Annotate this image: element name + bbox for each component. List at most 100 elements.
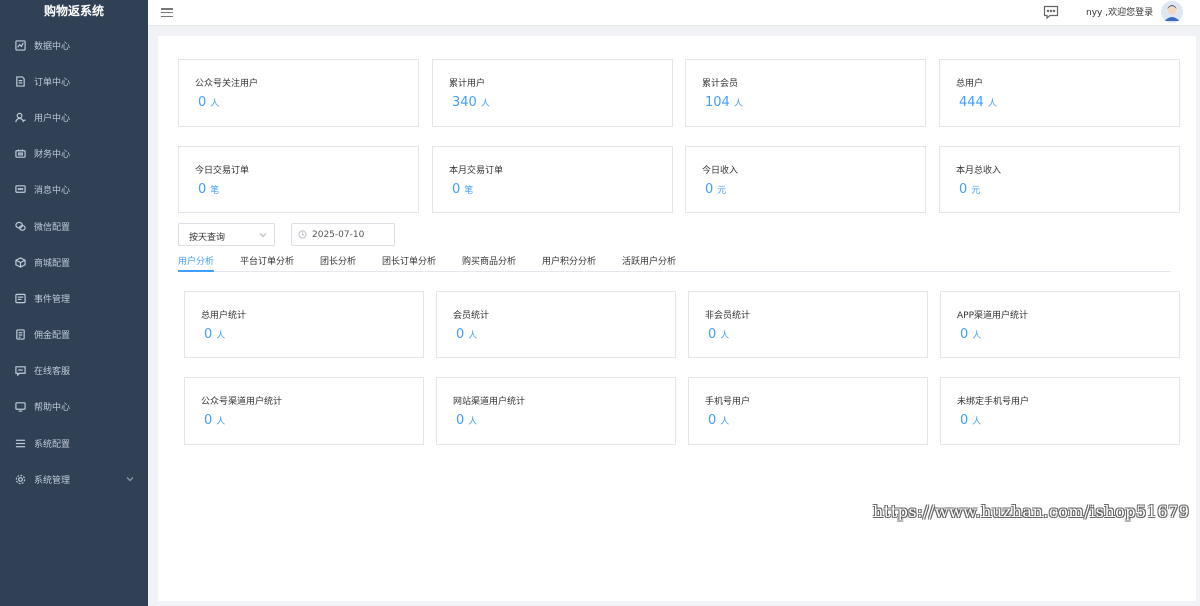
chevron-down-icon[interactable]	[126, 475, 134, 486]
chevron-down-icon	[259, 231, 267, 242]
summary-card: 总用户 444 人	[939, 59, 1180, 127]
sidebar-item-label: 系统配置	[34, 439, 71, 450]
card-label: 未绑定手机号用户	[957, 397, 1030, 407]
card-label: 今日收入	[702, 166, 739, 176]
card-value: 0人	[708, 327, 730, 342]
sidebar-item-event-management[interactable]: 事件管理	[0, 280, 148, 316]
chart-icon	[14, 39, 26, 51]
stat-card: 公众号渠道用户统计 0人	[184, 377, 424, 445]
summary-card: 本月交易订单 0笔	[432, 146, 673, 213]
sidebar-item-label: 在线客服	[34, 367, 71, 378]
query-mode-value: 按天查询	[189, 233, 226, 243]
tab-user-analysis[interactable]: 用户分析	[178, 254, 215, 272]
sidebar-item-label: 商城配置	[34, 258, 71, 269]
card-value: 0元	[705, 182, 727, 197]
card-value: 0人	[708, 413, 730, 428]
avatar[interactable]	[1161, 1, 1183, 23]
sidebar-item-data-center[interactable]: 数据中心	[0, 27, 148, 63]
menu-icon	[14, 437, 26, 449]
sidebar-item-label: 佣金配置	[34, 331, 71, 342]
sidebar-item-label: 用户中心	[34, 113, 71, 124]
card-label: 总用户统计	[201, 311, 247, 321]
tab-leader-analysis[interactable]: 团长分析	[320, 254, 356, 272]
sidebar-item-online-service[interactable]: 在线客服	[0, 353, 148, 389]
message-icon[interactable]	[1043, 5, 1059, 20]
monitor-icon	[14, 401, 26, 413]
stat-card: 会员统计 0人	[436, 291, 676, 358]
card-label: 今日交易订单	[195, 166, 250, 176]
card-label: 累计用户	[449, 79, 486, 89]
gear-icon	[14, 473, 26, 485]
stat-card: 总用户统计 0人	[184, 291, 424, 358]
chat-icon	[14, 365, 26, 377]
card-value: 0人	[960, 413, 982, 428]
card-value: 340 人	[452, 95, 490, 110]
query-mode-select[interactable]: 按天查询	[178, 223, 275, 246]
sidebar-item-label: 微信配置	[34, 222, 71, 233]
sidebar-item-label: 数据中心	[34, 41, 71, 52]
summary-card: 公众号关注用户 0人	[178, 59, 419, 127]
document-icon	[14, 75, 26, 87]
wechat-icon	[14, 220, 26, 232]
stat-card: 未绑定手机号用户 0人	[940, 377, 1180, 445]
card-value: 0元	[959, 182, 981, 197]
card-label: 本月交易订单	[449, 166, 504, 176]
sidebar-item-system-config[interactable]: 系统配置	[0, 425, 148, 461]
card-value: 0人	[204, 413, 226, 428]
sidebar-menu: 数据中心 订单中心 用户中心 财务中心 消息中心 微信配置 商城配置 事件管理	[0, 27, 148, 497]
card-label: 网站渠道用户统计	[453, 397, 526, 407]
message-icon	[14, 184, 26, 196]
stat-card: 手机号用户 0人	[688, 377, 928, 445]
welcome-text: nyy ,欢迎您登录	[1086, 8, 1154, 18]
sidebar-item-help-center[interactable]: 帮助中心	[0, 389, 148, 425]
sidebar-item-label: 帮助中心	[34, 403, 71, 414]
stat-card: APP渠道用户统计 0人	[940, 291, 1180, 358]
box-icon	[14, 256, 26, 268]
tab-leader-order-analysis[interactable]: 团长订单分析	[382, 254, 436, 272]
card-value: 0笔	[452, 182, 474, 197]
sidebar-item-finance-center[interactable]: 财务中心	[0, 136, 148, 172]
card-label: 公众号渠道用户统计	[201, 397, 283, 407]
sidebar-item-order-center[interactable]: 订单中心	[0, 63, 148, 99]
date-picker[interactable]: 2025-07-10	[291, 223, 395, 246]
app-title: 购物返系统	[43, 4, 104, 18]
clock-icon	[298, 230, 307, 242]
tab-user-points-analysis[interactable]: 用户积分分析	[542, 254, 596, 272]
date-value: 2025-07-10	[312, 230, 365, 240]
card-value: 0人	[960, 327, 982, 342]
tab-active-user-analysis[interactable]: 活跃用户分析	[622, 254, 676, 272]
sidebar-item-mall-config[interactable]: 商城配置	[0, 244, 148, 280]
card-value: 0笔	[198, 182, 220, 197]
card-value: 0人	[204, 327, 226, 342]
summary-card: 本月总收入 0元	[939, 146, 1180, 213]
sidebar: 购物返系统 数据中心 订单中心 用户中心 财务中心 消息中心 微信配置 商城配置	[0, 0, 148, 606]
summary-card: 累计用户 340 人	[432, 59, 673, 127]
sidebar-item-system-management[interactable]: 系统管理	[0, 461, 148, 497]
commission-icon	[14, 329, 26, 341]
card-value: 0人	[456, 327, 478, 342]
sidebar-item-user-center[interactable]: 用户中心	[0, 99, 148, 135]
card-value: 444 人	[959, 95, 997, 110]
tab-purchase-goods-analysis[interactable]: 购买商品分析	[462, 254, 516, 272]
card-label: 公众号关注用户	[195, 79, 259, 89]
card-label: APP渠道用户统计	[957, 311, 1029, 321]
summary-card: 今日收入 0元	[685, 146, 926, 213]
card-value: 0人	[198, 95, 220, 110]
sidebar-item-message-center[interactable]: 消息中心	[0, 172, 148, 208]
stat-card: 非会员统计 0人	[688, 291, 928, 358]
sidebar-item-label: 系统管理	[34, 475, 71, 486]
card-label: 手机号用户	[705, 397, 751, 407]
card-label: 本月总收入	[956, 166, 1002, 176]
watermark: https://www.huzhan.com/ishop51679	[873, 502, 1190, 521]
tab-platform-order-analysis[interactable]: 平台订单分析	[240, 254, 294, 272]
card-label: 总用户	[956, 79, 984, 89]
sidebar-item-wechat-config[interactable]: 微信配置	[0, 208, 148, 244]
list-icon	[14, 292, 26, 304]
user-icon	[14, 111, 26, 123]
top-header: nyy ,欢迎您登录	[148, 0, 1200, 26]
hamburger-icon[interactable]	[160, 6, 174, 20]
card-label: 非会员统计	[705, 311, 751, 321]
sidebar-item-label: 事件管理	[34, 294, 71, 305]
sidebar-item-label: 订单中心	[34, 77, 71, 88]
sidebar-item-commission-config[interactable]: 佣金配置	[0, 317, 148, 353]
